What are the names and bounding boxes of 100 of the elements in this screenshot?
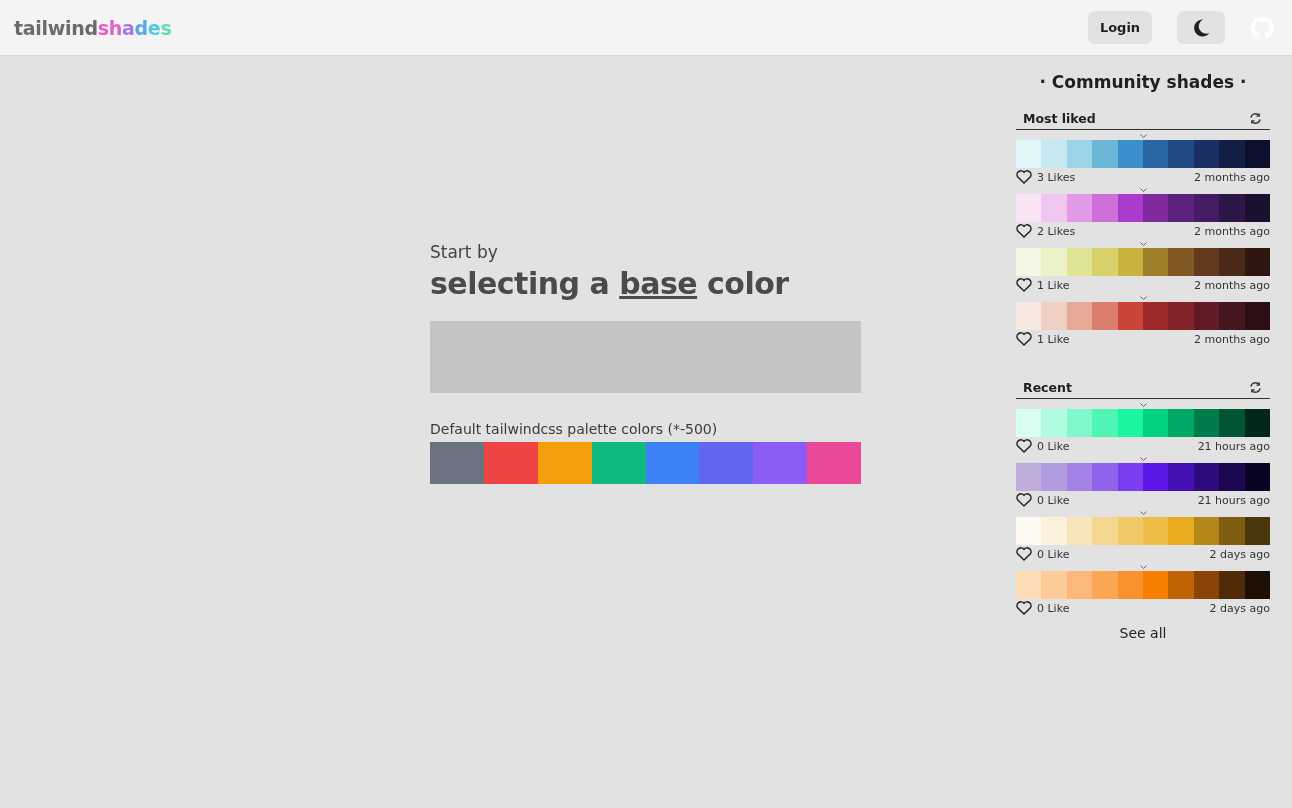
color-swatch[interactable] xyxy=(1066,409,1093,437)
color-swatch[interactable] xyxy=(1092,302,1118,330)
color-swatch[interactable] xyxy=(1244,463,1271,491)
color-swatch[interactable] xyxy=(1168,517,1194,545)
color-swatch[interactable] xyxy=(1117,571,1144,599)
color-swatch[interactable] xyxy=(807,442,861,484)
refresh-icon[interactable] xyxy=(1249,380,1262,394)
chevron-icon[interactable] xyxy=(1139,134,1147,138)
color-swatch[interactable] xyxy=(1041,517,1067,545)
color-swatch[interactable] xyxy=(1092,571,1118,599)
color-swatch[interactable] xyxy=(1117,517,1144,545)
color-swatch[interactable] xyxy=(1193,302,1220,330)
color-swatch[interactable] xyxy=(1143,517,1169,545)
chevron-icon[interactable] xyxy=(1139,188,1147,192)
color-swatch[interactable] xyxy=(1193,248,1220,276)
color-swatch[interactable] xyxy=(1016,571,1042,599)
color-swatch[interactable] xyxy=(1117,302,1144,330)
color-swatch[interactable] xyxy=(1244,194,1271,222)
login-button[interactable]: Login xyxy=(1088,11,1152,44)
color-swatch[interactable] xyxy=(1219,517,1245,545)
color-swatch[interactable] xyxy=(1143,463,1169,491)
color-swatch[interactable] xyxy=(1016,517,1042,545)
color-swatch[interactable] xyxy=(1016,194,1042,222)
color-swatch[interactable] xyxy=(1143,194,1169,222)
color-swatch[interactable] xyxy=(1092,463,1118,491)
heart-icon[interactable] xyxy=(1016,547,1032,561)
color-swatch[interactable] xyxy=(1041,248,1067,276)
color-swatch[interactable] xyxy=(1168,140,1194,168)
color-swatch[interactable] xyxy=(1143,140,1169,168)
color-swatch[interactable] xyxy=(1193,194,1220,222)
color-swatch[interactable] xyxy=(1193,463,1220,491)
chevron-icon[interactable] xyxy=(1139,296,1147,300)
color-swatch[interactable] xyxy=(1193,517,1220,545)
color-swatch[interactable] xyxy=(1168,194,1194,222)
color-swatch[interactable] xyxy=(1117,194,1144,222)
color-swatch[interactable] xyxy=(645,442,700,484)
color-swatch[interactable] xyxy=(1219,463,1245,491)
heart-icon[interactable] xyxy=(1016,601,1032,615)
chevron-icon[interactable] xyxy=(1139,565,1147,569)
color-swatch[interactable] xyxy=(591,442,646,484)
color-swatch[interactable] xyxy=(1244,517,1271,545)
theme-toggle-button[interactable] xyxy=(1177,11,1225,44)
color-swatch[interactable] xyxy=(1143,248,1169,276)
color-swatch[interactable] xyxy=(1066,302,1093,330)
color-swatch[interactable] xyxy=(1066,517,1093,545)
color-swatch[interactable] xyxy=(699,442,754,484)
color-swatch[interactable] xyxy=(1016,248,1042,276)
color-swatch[interactable] xyxy=(1041,571,1067,599)
color-swatch[interactable] xyxy=(1168,571,1194,599)
color-swatch[interactable] xyxy=(1041,409,1067,437)
color-swatch[interactable] xyxy=(1066,463,1093,491)
chevron-icon[interactable] xyxy=(1139,511,1147,515)
refresh-icon[interactable] xyxy=(1249,111,1262,125)
color-swatch[interactable] xyxy=(1143,571,1169,599)
color-swatch[interactable] xyxy=(1016,302,1042,330)
color-swatch[interactable] xyxy=(1193,140,1220,168)
chevron-icon[interactable] xyxy=(1139,403,1147,407)
color-swatch[interactable] xyxy=(1219,248,1245,276)
color-swatch[interactable] xyxy=(1041,194,1067,222)
color-swatch[interactable] xyxy=(1168,463,1194,491)
color-swatch[interactable] xyxy=(430,442,484,484)
color-swatch[interactable] xyxy=(1066,140,1093,168)
color-swatch[interactable] xyxy=(1016,140,1042,168)
heart-icon[interactable] xyxy=(1016,224,1032,238)
color-swatch[interactable] xyxy=(537,442,592,484)
color-swatch[interactable] xyxy=(1016,409,1042,437)
color-swatch[interactable] xyxy=(1193,571,1220,599)
color-swatch[interactable] xyxy=(1092,517,1118,545)
heart-icon[interactable] xyxy=(1016,278,1032,292)
color-swatch[interactable] xyxy=(1041,140,1067,168)
color-swatch[interactable] xyxy=(1092,194,1118,222)
color-swatch[interactable] xyxy=(1143,302,1169,330)
heart-icon[interactable] xyxy=(1016,170,1032,184)
color-swatch[interactable] xyxy=(1092,409,1118,437)
color-swatch[interactable] xyxy=(1219,302,1245,330)
color-swatch[interactable] xyxy=(1041,463,1067,491)
color-swatch[interactable] xyxy=(1168,409,1194,437)
color-swatch[interactable] xyxy=(1193,409,1220,437)
color-swatch[interactable] xyxy=(483,442,538,484)
color-swatch[interactable] xyxy=(1244,571,1271,599)
color-swatch[interactable] xyxy=(1092,248,1118,276)
chevron-icon[interactable] xyxy=(1139,242,1147,246)
color-swatch[interactable] xyxy=(1219,140,1245,168)
color-swatch[interactable] xyxy=(1219,571,1245,599)
heart-icon[interactable] xyxy=(1016,332,1032,346)
color-swatch[interactable] xyxy=(1016,463,1042,491)
color-swatch[interactable] xyxy=(1219,409,1245,437)
color-swatch[interactable] xyxy=(1066,571,1093,599)
color-swatch[interactable] xyxy=(1066,248,1093,276)
site-logo[interactable]: tailwindshades xyxy=(14,16,172,39)
color-swatch[interactable] xyxy=(1092,140,1118,168)
color-swatch[interactable] xyxy=(1244,409,1271,437)
color-swatch[interactable] xyxy=(1219,194,1245,222)
color-swatch[interactable] xyxy=(1168,302,1194,330)
heart-icon[interactable] xyxy=(1016,493,1032,507)
color-swatch[interactable] xyxy=(1244,248,1271,276)
color-swatch[interactable] xyxy=(1168,248,1194,276)
color-swatch[interactable] xyxy=(1244,140,1271,168)
color-swatch[interactable] xyxy=(1117,463,1144,491)
chevron-icon[interactable] xyxy=(1139,457,1147,461)
